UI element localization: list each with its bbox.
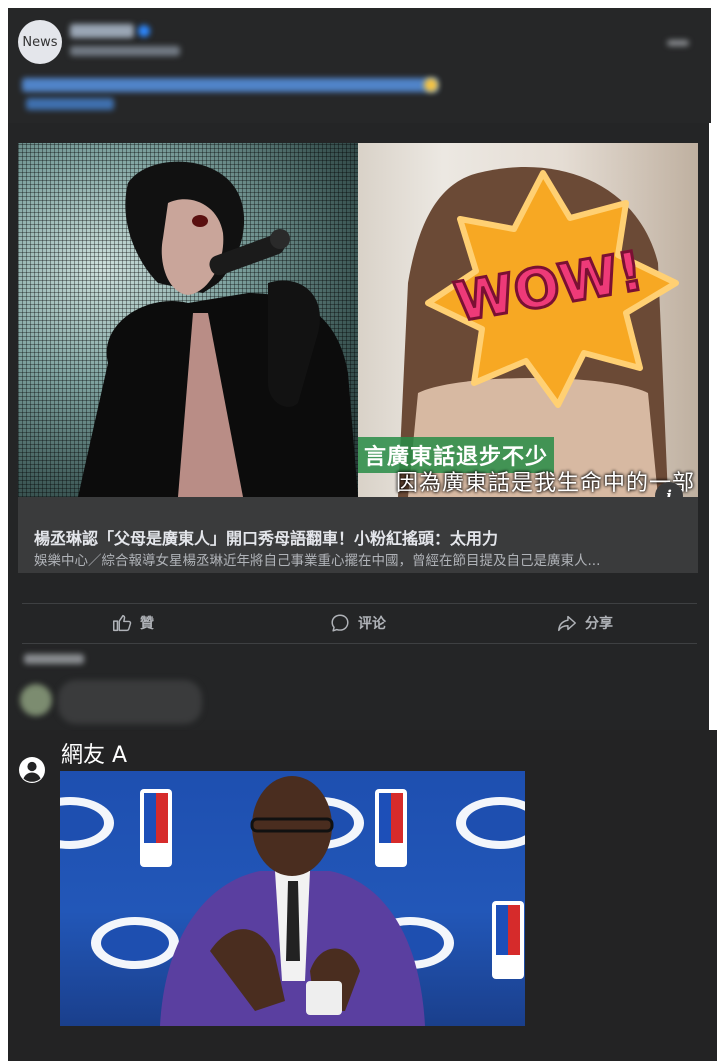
post-timestamp-blurred[interactable] — [70, 46, 180, 56]
caption-line-2: 因為廣東話是我生命中的一部 — [396, 471, 696, 496]
link-preview-card[interactable]: 楊丞琳認「父母是廣東人」開口秀母語翻車！小粉紅搖頭：太用力 娛樂中心／綜合報導女… — [18, 497, 698, 573]
share-button[interactable]: 分享 — [556, 612, 613, 634]
singer-photo — [18, 143, 358, 497]
thumbs-up-icon — [113, 614, 132, 632]
link-preview-image[interactable]: WOW! 言廣東話退步不少 因為廣東話是我生命中的一部 — [18, 143, 698, 497]
share-label: 分享 — [585, 616, 613, 632]
divider-top — [22, 603, 697, 604]
page-avatar-text: News — [22, 34, 58, 50]
link-preview-description: 娛樂中心／綜合報導女星楊丞琳近年將自己事業重心擺在中國，曾經在節目提及自己是廣東… — [34, 553, 601, 569]
share-icon — [558, 615, 576, 632]
post-link-blurred[interactable] — [26, 98, 114, 110]
post-text-blurred — [22, 78, 438, 92]
like-label: 贊 — [140, 616, 154, 632]
page-avatar[interactable]: News — [18, 20, 62, 64]
commenter-avatar-blurred[interactable] — [20, 684, 52, 716]
reaction-image[interactable] — [60, 771, 525, 1026]
comment-sort-blurred[interactable] — [24, 654, 84, 664]
more-options-icon[interactable] — [667, 40, 689, 46]
interview-photo: WOW! 言廣東話退步不少 因為廣東話是我生命中的一部 — [358, 143, 698, 497]
singer-silhouette — [78, 161, 358, 497]
user-avatar-icon — [19, 757, 45, 783]
like-button[interactable]: 贊 — [111, 612, 154, 634]
divider-bottom — [22, 643, 697, 644]
press-conference-photo — [60, 776, 525, 1026]
comment-bubble-blurred — [58, 680, 202, 724]
reply-user-name: 網友 A — [61, 743, 128, 768]
page-name-blurred[interactable] — [70, 24, 134, 38]
comment-icon — [331, 614, 349, 632]
verified-badge-icon — [138, 25, 150, 37]
comment-button[interactable]: 评论 — [329, 612, 386, 634]
link-preview-title[interactable]: 楊丞琳認「父母是廣東人」開口秀母語翻車！小粉紅搖頭：太用力 — [34, 525, 498, 549]
comment-label: 评论 — [358, 616, 386, 632]
emoji-icon — [424, 78, 438, 92]
